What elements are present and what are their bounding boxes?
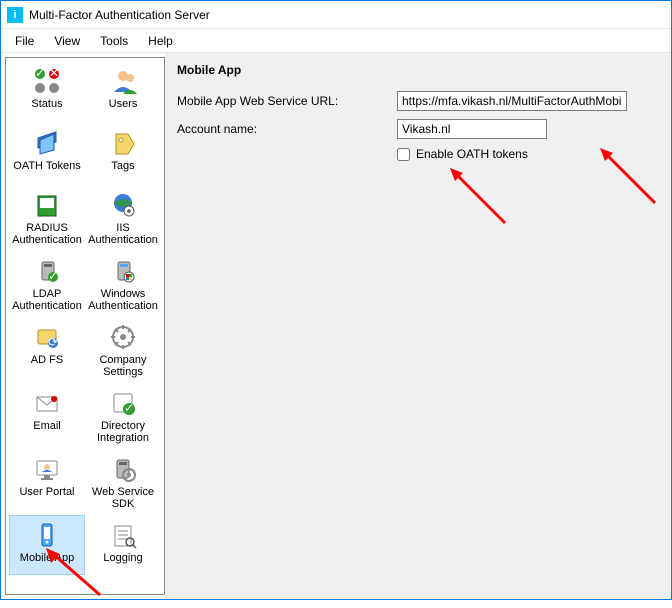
mobile-app-icon xyxy=(32,520,62,550)
sidebar-item-label: Tags xyxy=(111,160,134,172)
user-portal-icon xyxy=(32,454,62,484)
sidebar-item-label: RADIUS Authentication xyxy=(12,222,82,246)
windows-auth-icon xyxy=(108,256,138,286)
sidebar-item-logging[interactable]: Logging xyxy=(85,515,161,575)
sidebar-item-user-portal[interactable]: User Portal xyxy=(9,449,85,513)
sidebar-item-windows-authentication[interactable]: Windows Authentication xyxy=(85,251,161,315)
sidebar-item-ldap-authentication[interactable]: ✓ LDAP Authentication xyxy=(9,251,85,315)
company-settings-icon xyxy=(108,322,138,352)
sidebar-item-label: User Portal xyxy=(19,486,74,498)
sidebar-item-oath-tokens[interactable]: OATH Tokens xyxy=(9,123,85,183)
sidebar-item-tags[interactable]: Tags xyxy=(85,123,161,183)
menu-view[interactable]: View xyxy=(44,31,90,51)
sidebar-item-label: IIS Authentication xyxy=(88,222,158,246)
sidebar-item-web-service-sdk[interactable]: Web Service SDK xyxy=(85,449,161,513)
window-title: Multi-Factor Authentication Server xyxy=(29,8,210,22)
window-titlebar: i Multi-Factor Authentication Server xyxy=(1,1,671,29)
sidebar-item-label: Windows Authentication xyxy=(88,288,158,312)
sidebar-item-label: Users xyxy=(109,98,138,110)
sidebar-item-status[interactable]: ✓✕ Status xyxy=(9,61,85,121)
status-icon: ✓✕ xyxy=(32,66,62,96)
sidebar-item-directory-integration[interactable]: ✓ Directory Integration xyxy=(85,383,161,447)
menubar: File View Tools Help xyxy=(1,29,671,53)
oath-tokens-icon xyxy=(32,128,62,158)
sidebar-item-label: Company Settings xyxy=(99,354,146,378)
sidebar-item-label: Directory Integration xyxy=(97,420,149,444)
radius-icon xyxy=(32,190,62,220)
sidebar: ✓✕ Status Users OATH Tokens Ta xyxy=(5,57,165,595)
enable-oath-checkbox[interactable] xyxy=(397,148,410,161)
account-name-input[interactable] xyxy=(397,119,547,139)
sidebar-item-label: Status xyxy=(31,98,62,110)
adfs-icon: ⟳ xyxy=(32,322,62,352)
main-panel: Mobile App Mobile App Web Service URL: A… xyxy=(165,53,671,599)
ldap-icon: ✓ xyxy=(32,256,62,286)
svg-text:⟳: ⟳ xyxy=(48,335,58,349)
svg-text:✓: ✓ xyxy=(124,401,134,415)
panel-heading: Mobile App xyxy=(177,63,659,77)
iis-icon xyxy=(108,190,138,220)
app-icon: i xyxy=(7,7,23,23)
sidebar-item-users[interactable]: Users xyxy=(85,61,161,121)
svg-text:✕: ✕ xyxy=(49,66,59,80)
url-label: Mobile App Web Service URL: xyxy=(177,94,397,108)
svg-text:✓: ✓ xyxy=(48,269,58,283)
sidebar-item-company-settings[interactable]: Company Settings xyxy=(85,317,161,381)
sidebar-item-label: Logging xyxy=(103,552,142,564)
sidebar-item-radius-authentication[interactable]: RADIUS Authentication xyxy=(9,185,85,249)
tags-icon xyxy=(108,128,138,158)
logging-icon xyxy=(108,520,138,550)
sidebar-item-email[interactable]: Email xyxy=(9,383,85,447)
sidebar-item-iis-authentication[interactable]: IIS Authentication xyxy=(85,185,161,249)
url-input[interactable] xyxy=(397,91,627,111)
directory-integration-icon: ✓ xyxy=(108,388,138,418)
menu-help[interactable]: Help xyxy=(138,31,183,51)
annotation-arrow xyxy=(445,163,515,236)
sidebar-item-label: Mobile App xyxy=(20,552,74,564)
sidebar-item-label: Web Service SDK xyxy=(92,486,154,510)
sidebar-item-mobile-app[interactable]: Mobile App xyxy=(9,515,85,575)
menu-tools[interactable]: Tools xyxy=(90,31,138,51)
sidebar-item-label: LDAP Authentication xyxy=(12,288,82,312)
users-icon xyxy=(108,66,138,96)
account-label: Account name: xyxy=(177,122,397,136)
sidebar-item-label: OATH Tokens xyxy=(13,160,80,172)
email-icon xyxy=(32,388,62,418)
enable-oath-label: Enable OATH tokens xyxy=(416,147,528,161)
sidebar-item-label: AD FS xyxy=(31,354,63,366)
sidebar-item-adfs[interactable]: ⟳ AD FS xyxy=(9,317,85,381)
sidebar-item-label: Email xyxy=(33,420,61,432)
menu-file[interactable]: File xyxy=(5,31,44,51)
svg-text:✓: ✓ xyxy=(35,66,45,80)
web-service-sdk-icon xyxy=(108,454,138,484)
